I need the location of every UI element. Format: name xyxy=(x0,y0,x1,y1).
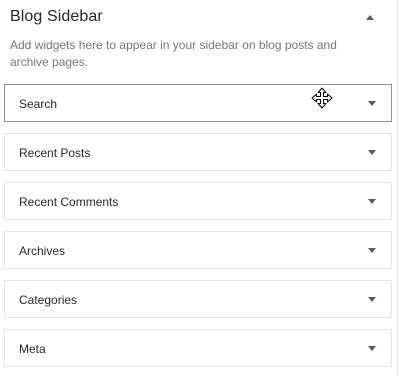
widget-title: Archives xyxy=(19,244,66,258)
widget-title: Meta xyxy=(19,342,46,356)
expand-triangle-down-icon[interactable] xyxy=(368,199,376,204)
sidebar-header[interactable]: Blog Sidebar xyxy=(0,0,396,36)
widget-archives[interactable]: Archives xyxy=(4,231,392,269)
sidebar-description: Add widgets here to appear in your sideb… xyxy=(10,38,337,69)
widget-categories[interactable]: Categories xyxy=(4,280,392,318)
widget-title: Recent Comments xyxy=(19,195,119,209)
blog-sidebar-panel: Blog Sidebar Add widgets here to appear … xyxy=(0,0,398,375)
widget-recent-posts[interactable]: Recent Posts xyxy=(4,133,392,171)
widget-title: Recent Posts xyxy=(19,146,91,160)
widget-search[interactable]: Search xyxy=(4,84,392,122)
widget-recent-comments[interactable]: Recent Comments xyxy=(4,182,392,220)
expand-triangle-down-icon[interactable] xyxy=(368,101,376,106)
expand-triangle-down-icon[interactable] xyxy=(368,150,376,155)
expand-triangle-down-icon[interactable] xyxy=(368,297,376,302)
collapse-triangle-up-icon[interactable] xyxy=(364,12,376,24)
widget-title: Search xyxy=(19,97,58,111)
expand-triangle-down-icon[interactable] xyxy=(368,346,376,351)
widget-meta[interactable]: Meta xyxy=(4,329,392,367)
sidebar-title: Blog Sidebar xyxy=(10,8,103,25)
expand-triangle-down-icon[interactable] xyxy=(368,248,376,253)
widget-title: Categories xyxy=(19,293,78,307)
